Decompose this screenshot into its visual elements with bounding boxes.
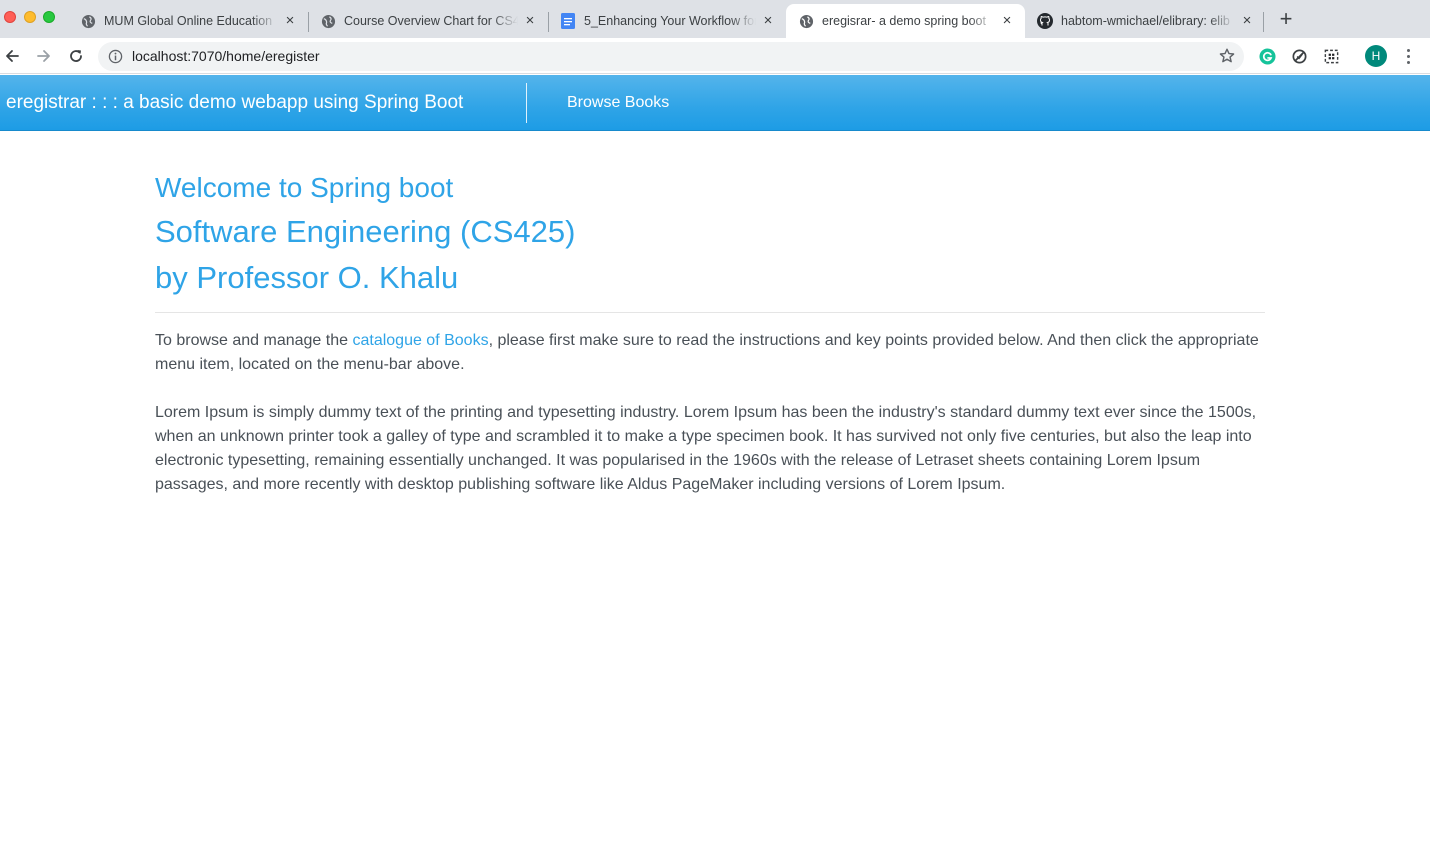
catalogue-link[interactable]: catalogue of Books (352, 332, 488, 349)
nav-browse-books-link[interactable]: Browse Books (567, 94, 669, 112)
tab-close-button[interactable]: × (282, 13, 298, 29)
browser-tab[interactable]: Course Overview Chart for CS425 × (308, 4, 548, 38)
window-minimize-button[interactable] (24, 11, 36, 23)
tab-title: MUM Global Online Education (104, 14, 273, 28)
back-arrow-icon[interactable] (2, 46, 22, 66)
intro-text-before: To browse and manage the (155, 332, 353, 349)
browser-tab[interactable]: habtom-wmichael/elibrary: elib × (1025, 4, 1265, 38)
browser-tab-strip: MUM Global Online Education × Course Ove… (0, 0, 1430, 38)
window-close-button[interactable] (4, 11, 16, 23)
github-icon (1037, 13, 1053, 29)
tab-close-button[interactable]: × (999, 13, 1015, 29)
welcome-heading: Welcome to Spring boot (155, 172, 454, 203)
tab-close-button[interactable]: × (522, 13, 538, 29)
address-bar[interactable]: localhost:7070/home/eregister (98, 42, 1244, 71)
app-brand[interactable]: eregistrar : : : a basic demo webapp usi… (6, 92, 463, 114)
extension-icon[interactable] (1290, 47, 1308, 65)
globe-icon (80, 13, 96, 29)
new-tab-button[interactable]: + (1276, 8, 1296, 30)
tab-title: Course Overview Chart for CS425 (344, 14, 518, 28)
tab-close-button[interactable]: × (1239, 13, 1255, 29)
globe-icon (320, 13, 336, 29)
lorem-paragraph: Lorem Ipsum is simply dummy text of the … (155, 404, 1257, 493)
professor-heading: by Professor O. Khalu (155, 260, 459, 295)
tab-close-button[interactable]: × (760, 13, 776, 29)
forward-arrow-icon[interactable] (34, 46, 54, 66)
globe-icon (798, 13, 814, 29)
intro-paragraph: To browse and manage the catalogue of Bo… (155, 329, 1265, 377)
bookmark-star-icon[interactable] (1218, 47, 1236, 65)
screenshot-extension-icon[interactable] (1322, 47, 1340, 65)
tab-title: 5_Enhancing Your Workflow for (584, 14, 756, 28)
course-heading: Software Engineering (CS425) (155, 214, 576, 249)
browser-menu-icon[interactable] (1400, 46, 1416, 66)
google-docs-icon (560, 13, 576, 29)
navbar-divider (526, 83, 527, 123)
grammarly-extension-icon[interactable] (1258, 47, 1276, 65)
browser-toolbar: localhost:7070/home/eregister H (0, 38, 1430, 74)
reload-icon[interactable] (66, 46, 86, 66)
browser-tab-active[interactable]: eregisrar- a demo spring boot × (786, 4, 1025, 38)
window-zoom-button[interactable] (43, 11, 55, 23)
tab-title: habtom-wmichael/elibrary: elib (1061, 14, 1230, 28)
app-navbar: eregistrar : : : a basic demo webapp usi… (0, 75, 1430, 131)
browser-tab[interactable]: MUM Global Online Education × (68, 4, 308, 38)
browser-tab[interactable]: 5_Enhancing Your Workflow for × (548, 4, 786, 38)
site-info-icon[interactable] (108, 49, 123, 64)
profile-avatar[interactable]: H (1365, 45, 1387, 67)
tab-separator (1263, 12, 1264, 32)
url-text[interactable]: localhost:7070/home/eregister (132, 48, 320, 64)
tab-title: eregisrar- a demo spring boot (822, 14, 986, 28)
divider (155, 312, 1265, 313)
